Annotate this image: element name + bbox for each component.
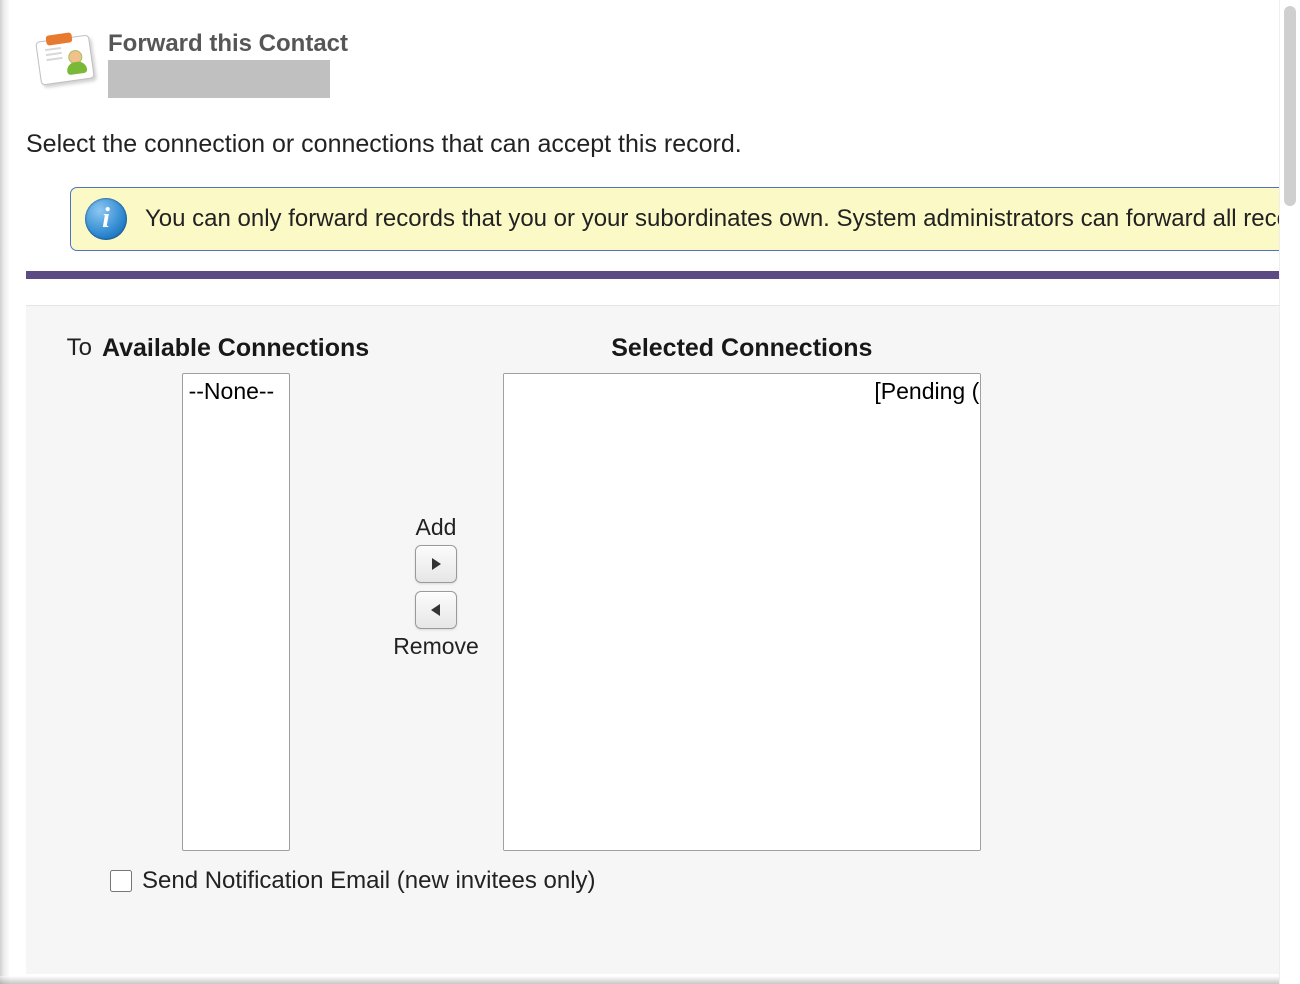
available-heading: Available Connections <box>102 334 369 363</box>
available-option[interactable]: --None-- <box>183 374 289 410</box>
send-notification-checkbox[interactable] <box>110 870 132 892</box>
remove-label: Remove <box>393 633 479 660</box>
window-left-shadow <box>0 0 10 984</box>
window-bottom-shadow <box>0 976 1300 984</box>
available-connections-list[interactable]: --None-- <box>182 373 290 851</box>
add-button[interactable] <box>415 545 457 583</box>
remove-button[interactable] <box>415 591 457 629</box>
page-header: Forward this Contact <box>36 24 1300 98</box>
scrollbar-thumb[interactable] <box>1284 6 1296 206</box>
send-notification-row[interactable]: Send Notification Email (new invitees on… <box>106 867 1300 895</box>
record-name <box>108 60 330 98</box>
connection-picker: Available Connections --None-- Add Remov… <box>102 334 981 851</box>
add-label: Add <box>416 514 457 541</box>
contact-card-icon <box>36 30 96 85</box>
form-section: To Available Connections --None-- Add Re… <box>26 305 1300 974</box>
selected-heading: Selected Connections <box>611 334 872 363</box>
info-icon: i <box>85 198 127 240</box>
page-title: Forward this Contact <box>108 30 348 58</box>
section-divider <box>26 271 1300 279</box>
triangle-left-icon <box>430 603 442 617</box>
send-notification-label: Send Notification Email (new invitees on… <box>142 867 596 895</box>
instruction-text: Select the connection or connections tha… <box>26 130 1300 159</box>
info-banner: i You can only forward records that you … <box>70 187 1300 251</box>
triangle-right-icon <box>430 557 442 571</box>
to-label: To <box>26 334 102 362</box>
selected-option[interactable]: [Pending (sent)] <box>504 374 980 410</box>
vertical-scrollbar[interactable] <box>1279 0 1300 984</box>
info-banner-text: You can only forward records that you or… <box>145 205 1300 233</box>
selected-connections-list[interactable]: [Pending (sent)] <box>503 373 981 851</box>
